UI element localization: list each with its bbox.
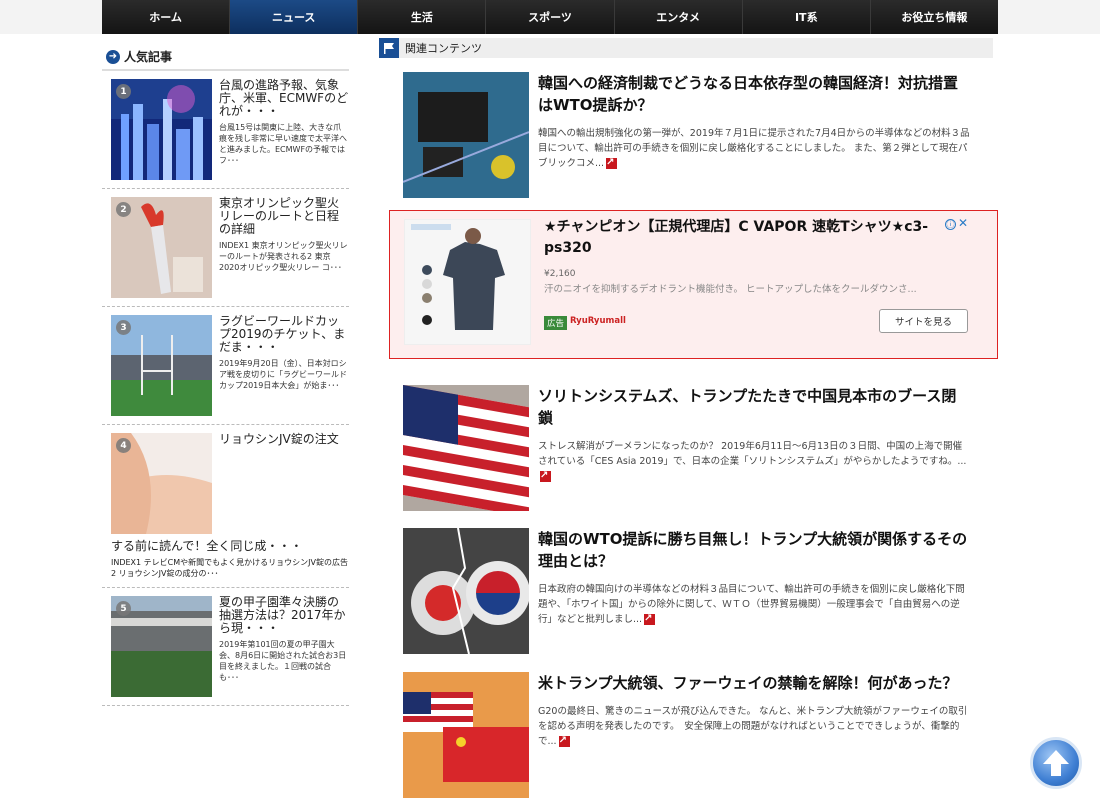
close-icon[interactable]: ✕ bbox=[958, 216, 968, 230]
article-title[interactable]: 韓国への経済制裁でどうなる日本依存型の韓国経済！対抗措置はWTO提訴か？ bbox=[538, 72, 970, 116]
arrow-right-circle-icon: ➜ bbox=[106, 49, 120, 64]
ad-price: ¥2,160 bbox=[544, 269, 576, 279]
ad-title[interactable]: ★チャンピオン【正規代理店】C VAPOR 速乾Tシャツ★c3-ps320 bbox=[544, 217, 944, 259]
rank-badge: 2 bbox=[116, 202, 131, 217]
ranking-item[interactable]: 1 台風の進路予報、気象庁、米軍、ECMWFのどれが・・・ 台風15号は関東に上… bbox=[102, 71, 349, 189]
sidebar-header: ➜ 人気記事 bbox=[102, 44, 349, 71]
ranking-title[interactable]: 夏の甲子園準々決勝の抽選方法は？2017年から現・・・ bbox=[219, 596, 349, 635]
ad-banner[interactable]: ★チャンピオン【正規代理店】C VAPOR 速乾Tシャツ★c3-ps320 ¥2… bbox=[389, 210, 998, 359]
rank-badge: 5 bbox=[116, 601, 131, 616]
scroll-to-top-button[interactable] bbox=[1030, 737, 1082, 789]
ranking-title[interactable]: ラグビーワールドカップ2019のチケット、まだま・・・ bbox=[219, 315, 349, 354]
nav-entertainment[interactable]: エンタメ bbox=[614, 0, 743, 34]
nav-it[interactable]: IT系 bbox=[742, 0, 871, 34]
rank-badge: 3 bbox=[116, 320, 131, 335]
flag-icon bbox=[379, 38, 399, 58]
ranking-desc: INDEX1 東京オリンピック聖火リレーのルートが発表される2 東京2020オリ… bbox=[219, 241, 348, 272]
related-content: 関連コンテンツ 韓国への経済制裁でどうなる日本依存型の韓国経済！対抗措置はWTO… bbox=[379, 38, 998, 798]
sidebar-title: 人気記事 bbox=[124, 50, 173, 64]
tshirt-product-image[interactable] bbox=[404, 219, 531, 345]
global-nav: ホーム ニュース 生活 スポーツ エンタメ IT系 お役立ち情報 bbox=[102, 0, 998, 34]
us-china-flags-thumbnail[interactable] bbox=[403, 672, 529, 798]
ranking-title[interactable]: 台風の進路予報、気象庁、米軍、ECMWFのどれが・・・ bbox=[219, 79, 349, 118]
article-desc: ストレス解消がブーメランになったのか？ 2019年6月11日～6月13日の３日間… bbox=[538, 441, 967, 467]
external-link-icon[interactable] bbox=[558, 733, 570, 748]
external-link-icon[interactable] bbox=[606, 155, 618, 170]
article-item[interactable]: 米トランプ大統領、ファーウェイの禁輸を解除！何があった？ G20の最終日、驚きの… bbox=[403, 672, 993, 798]
circuit-board-thumbnail[interactable] bbox=[403, 72, 529, 198]
ranking-desc: 2019年9月20日（金）、日本対ロシア戦を皮切りに「ラグビーワールドカップ20… bbox=[219, 359, 347, 390]
ranking-title-cont[interactable]: する前に読んで！全く同じ成・・・ bbox=[111, 540, 349, 553]
ranking-item[interactable]: 2 東京オリンピック聖火リレーのルートと日程の詳細 INDEX1 東京オリンピッ… bbox=[102, 189, 349, 307]
article-title[interactable]: 米トランプ大統領、ファーウェイの禁輸を解除！何があった？ bbox=[538, 672, 970, 694]
visit-site-button[interactable]: サイトを見る bbox=[879, 309, 968, 333]
ranking-title[interactable]: 東京オリンピック聖火リレーのルートと日程の詳細 bbox=[219, 197, 349, 236]
ranking-item[interactable]: 5 夏の甲子園準々決勝の抽選方法は？2017年から現・・・ 2019年第101回… bbox=[102, 588, 349, 706]
arrow-up-icon bbox=[1043, 750, 1069, 776]
ranking-item[interactable]: 4 リョウシンJV錠の注文 する前に読んで！全く同じ成・・・ INDEX1 テレ… bbox=[102, 425, 349, 588]
koshien-thumbnail[interactable]: 5 bbox=[111, 596, 212, 697]
external-link-icon[interactable] bbox=[540, 468, 551, 483]
article-desc: 韓国への輸出規制強化の第一弾が、2019年７月1日に提示された7月4日からの半導… bbox=[538, 128, 970, 169]
article-item[interactable]: 韓国のWTO提訴に勝ち目無し！トランプ大統領が関係するその理由とは？ 日本政府の… bbox=[403, 528, 993, 654]
ad-desc: 汗のニオイを抑制するデオドラント機能付き。 ヒートアップした体をクールダウンさ.… bbox=[544, 284, 917, 295]
ad-badge: 広告 bbox=[544, 316, 568, 330]
ad-brand[interactable]: RyuRyumall bbox=[570, 316, 626, 326]
main-title: 関連コンテンツ bbox=[405, 42, 482, 55]
nav-sports[interactable]: スポーツ bbox=[486, 0, 615, 34]
knee-thumbnail[interactable]: 4 bbox=[111, 433, 212, 534]
article-desc: G20の最終日、驚きのニュースが飛び込んできた。 なんと、米トランプ大統領がファ… bbox=[538, 706, 968, 747]
rank-badge: 4 bbox=[116, 438, 131, 453]
ranking-title[interactable]: リョウシンJV錠の注文 bbox=[219, 433, 349, 446]
us-flag-thumbnail[interactable] bbox=[403, 385, 529, 511]
rugby-stadium-thumbnail[interactable]: 3 bbox=[111, 315, 212, 416]
nav-life[interactable]: 生活 bbox=[358, 0, 487, 34]
article-desc: 日本政府の韓国向けの半導体などの材料３品目について、輸出許可の手続きを個別に戻し… bbox=[538, 584, 965, 625]
nav-news[interactable]: ニュース bbox=[230, 0, 359, 34]
ranking-item[interactable]: 3 ラグビーワールドカップ2019のチケット、まだま・・・ 2019年9月20日… bbox=[102, 307, 349, 425]
rank-badge: 1 bbox=[116, 84, 131, 99]
article-title[interactable]: 韓国のWTO提訴に勝ち目無し！トランプ大統領が関係するその理由とは？ bbox=[538, 528, 970, 572]
japan-korea-flags-thumbnail[interactable] bbox=[403, 528, 529, 654]
ranking-desc: INDEX1 テレビCMや新聞でもよく見かけるリョウシンJV錠の広告2 リョウシ… bbox=[111, 558, 348, 578]
city-night-thumbnail[interactable]: 1 bbox=[111, 79, 212, 180]
ad-info-icon[interactable]: ⓘ bbox=[945, 219, 956, 230]
article-title[interactable]: ソリトンシステムズ、トランプたたきで中国見本市のブース閉鎖 bbox=[538, 385, 970, 429]
ranking-desc: 2019年第101回の夏の甲子園大会、8月6日に開始された試合お3日目を終えまし… bbox=[219, 640, 347, 682]
article-item[interactable]: 韓国への経済制裁でどうなる日本依存型の韓国経済！対抗措置はWTO提訴か？ 韓国へ… bbox=[403, 72, 993, 198]
external-link-icon[interactable] bbox=[644, 611, 656, 626]
popular-articles-sidebar: ➜ 人気記事 1 台風の進路予報、気象庁、米軍、ECMWFのどれが・・・ 台風1… bbox=[102, 44, 349, 706]
torch-thumbnail[interactable]: 2 bbox=[111, 197, 212, 298]
ranking-desc: 台風15号は関東に上陸、大きな爪痕を残し非常に早い速度で太平洋へと進みました。E… bbox=[219, 123, 347, 165]
nav-useful-info[interactable]: お役立ち情報 bbox=[870, 0, 998, 34]
nav-home[interactable]: ホーム bbox=[102, 0, 231, 34]
article-item[interactable]: ソリトンシステムズ、トランプたたきで中国見本市のブース閉鎖 ストレス解消がブーメ… bbox=[403, 385, 993, 511]
main-header: 関連コンテンツ bbox=[379, 38, 993, 58]
